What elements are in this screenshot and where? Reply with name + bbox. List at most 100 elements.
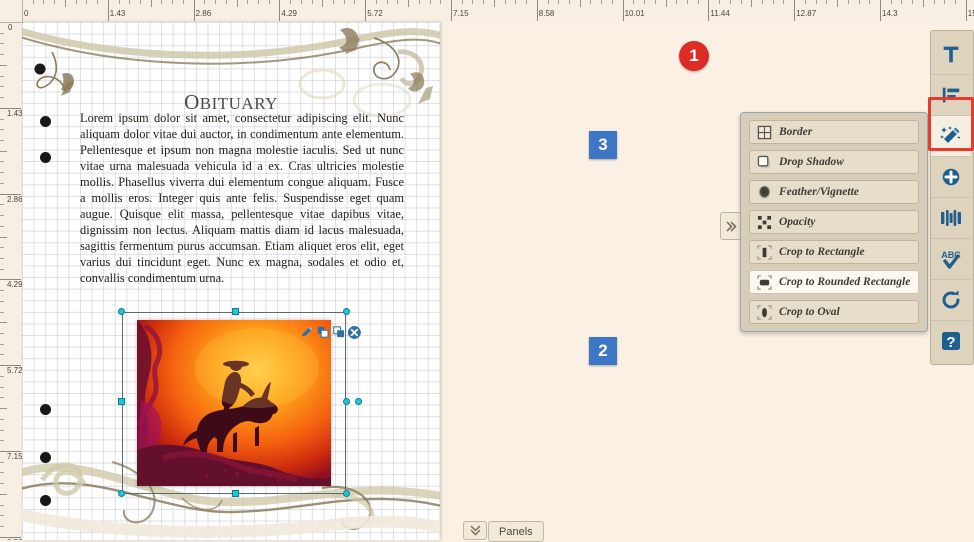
spellcheck-tool-button[interactable]: ABC: [931, 239, 971, 280]
ruler-tick: [686, 0, 688, 4]
ruler-tick: [0, 333, 4, 335]
effects-popup-menu[interactable]: Border Drop Shadow Feather/Vignette Opac…: [740, 112, 928, 332]
opacity-checker-icon: [757, 215, 772, 229]
question-help-icon: ?: [942, 332, 960, 351]
resize-handle-sw[interactable]: [118, 490, 125, 497]
ruler-tick: [536, 0, 538, 21]
ruler-label: 8.58: [538, 9, 555, 18]
adjust-tool-button[interactable]: [931, 198, 971, 239]
ruler-tick: [611, 0, 613, 4]
ruler-tick: [697, 0, 699, 4]
panel-expander-button[interactable]: [720, 212, 742, 240]
rotate-tool-button[interactable]: [931, 280, 971, 321]
document-page[interactable]: OBITUARY Lorem ipsum dolor sit amet, con…: [22, 22, 440, 540]
ruler-tick: [0, 472, 4, 474]
rotate-handle[interactable]: [355, 398, 362, 405]
ruler-tick: [0, 343, 4, 345]
menu-item-border[interactable]: Border: [749, 120, 919, 144]
ruler-label: 1.43: [7, 108, 23, 118]
menu-item-opacity[interactable]: Opacity: [749, 210, 919, 234]
ruler-tick: [408, 0, 410, 7]
crop-rounded-rectangle-icon: [757, 274, 772, 290]
ruler-label: 2.86: [7, 194, 23, 204]
help-tool-button[interactable]: ?: [931, 321, 971, 361]
ruler-tick: [97, 0, 99, 4]
ruler-tick: [375, 0, 377, 4]
ruler-tick: [0, 483, 4, 485]
effects-tool-button[interactable]: [931, 116, 971, 157]
margin-marker-dot: [40, 152, 51, 163]
chevron-double-right-icon: [726, 221, 736, 231]
ruler-tick: [0, 150, 7, 152]
ruler-tick: [965, 0, 967, 21]
ruler-tick: [0, 408, 7, 410]
ruler-tick: [247, 0, 249, 4]
ruler-tick: [322, 0, 324, 7]
align-tool-button[interactable]: [931, 75, 971, 116]
ruler-tick: [912, 0, 914, 4]
ruler-label: 1.43: [109, 9, 126, 18]
menu-item-label: Crop to Rectangle: [779, 246, 865, 258]
selected-image-object[interactable]: [118, 308, 362, 497]
ruler-tick: [933, 0, 935, 4]
crop-rectangle-icon: [757, 244, 772, 260]
ruler-tick: [0, 86, 4, 88]
add-tool-button[interactable]: [931, 157, 971, 198]
resize-handle-s[interactable]: [232, 490, 239, 497]
ruler-label: 14.3: [882, 9, 898, 18]
menu-item-feather-vignette[interactable]: Feather/Vignette: [749, 180, 919, 204]
menu-item-drop-shadow[interactable]: Drop Shadow: [749, 150, 919, 174]
ruler-tick: [601, 0, 603, 4]
ruler-tick: [676, 0, 678, 4]
panels-button[interactable]: Panels: [488, 521, 544, 542]
ruler-tick: [257, 0, 259, 4]
ruler-tick: [922, 0, 924, 7]
ruler-label: 7.15: [7, 452, 23, 461]
menu-item-crop-to-rectangle[interactable]: Crop to Rectangle: [749, 240, 919, 264]
ruler-tick: [129, 0, 131, 4]
ruler-tick: [0, 397, 4, 399]
ruler-tick: [236, 0, 238, 7]
photo-cowboy-sunset[interactable]: [137, 320, 331, 486]
edit-pencil-icon[interactable]: [300, 325, 314, 339]
resize-handle-ne[interactable]: [343, 308, 350, 315]
ruler-label: 4.29: [7, 280, 23, 290]
ruler-tick: [719, 0, 721, 4]
resize-handle-e[interactable]: [343, 398, 350, 405]
right-tool-panel[interactable]: ABC ?: [930, 30, 974, 365]
ruler-tick: [665, 0, 667, 7]
ruler-tick: [290, 0, 292, 4]
ruler-label: 15.73: [967, 9, 974, 18]
sliders-icon: [941, 210, 961, 226]
send-backward-icon[interactable]: [332, 325, 346, 339]
resize-handle-nw[interactable]: [118, 308, 125, 315]
close-icon[interactable]: [347, 325, 362, 340]
menu-item-label: Opacity: [779, 216, 816, 228]
ruler-label: 10.01: [624, 9, 645, 18]
ruler-tick: [333, 0, 335, 4]
ruler-tick: [0, 504, 4, 506]
ruler-tick: [182, 0, 184, 4]
menu-item-crop-to-rounded-rectangle[interactable]: Crop to Rounded Rectangle: [749, 270, 919, 294]
resize-handle-w[interactable]: [118, 398, 125, 405]
ruler-tick: [483, 0, 485, 4]
ruler-tick: [279, 0, 281, 21]
menu-item-crop-to-oval[interactable]: Crop to Oval: [749, 300, 919, 324]
ruler-label: 0: [8, 23, 13, 32]
ruler-tick: [311, 0, 313, 4]
bring-forward-icon[interactable]: [316, 325, 330, 339]
ruler-tick: [0, 515, 4, 517]
text-tool-button[interactable]: [931, 34, 971, 75]
ruler-tick: [493, 0, 495, 7]
plus-circle-icon: [942, 168, 960, 186]
vertical-ruler[interactable]: 01.432.864.295.727.158.58: [0, 22, 23, 540]
page-body-text[interactable]: Lorem ipsum dolor sit amet, consectetur …: [80, 110, 404, 286]
border-grid-icon: [757, 125, 772, 139]
resize-handle-se[interactable]: [343, 490, 350, 497]
ruler-tick: [890, 0, 892, 4]
object-mini-toolbar[interactable]: [298, 324, 364, 340]
ruler-tick: [622, 0, 624, 21]
collapse-panels-button[interactable]: [463, 521, 487, 540]
horizontal-ruler[interactable]: 0 1.43 2.86 4.29 5.72 7.15 8.58 10.01 11.44 12.87…: [0, 0, 974, 23]
resize-handle-n[interactable]: [232, 308, 239, 315]
